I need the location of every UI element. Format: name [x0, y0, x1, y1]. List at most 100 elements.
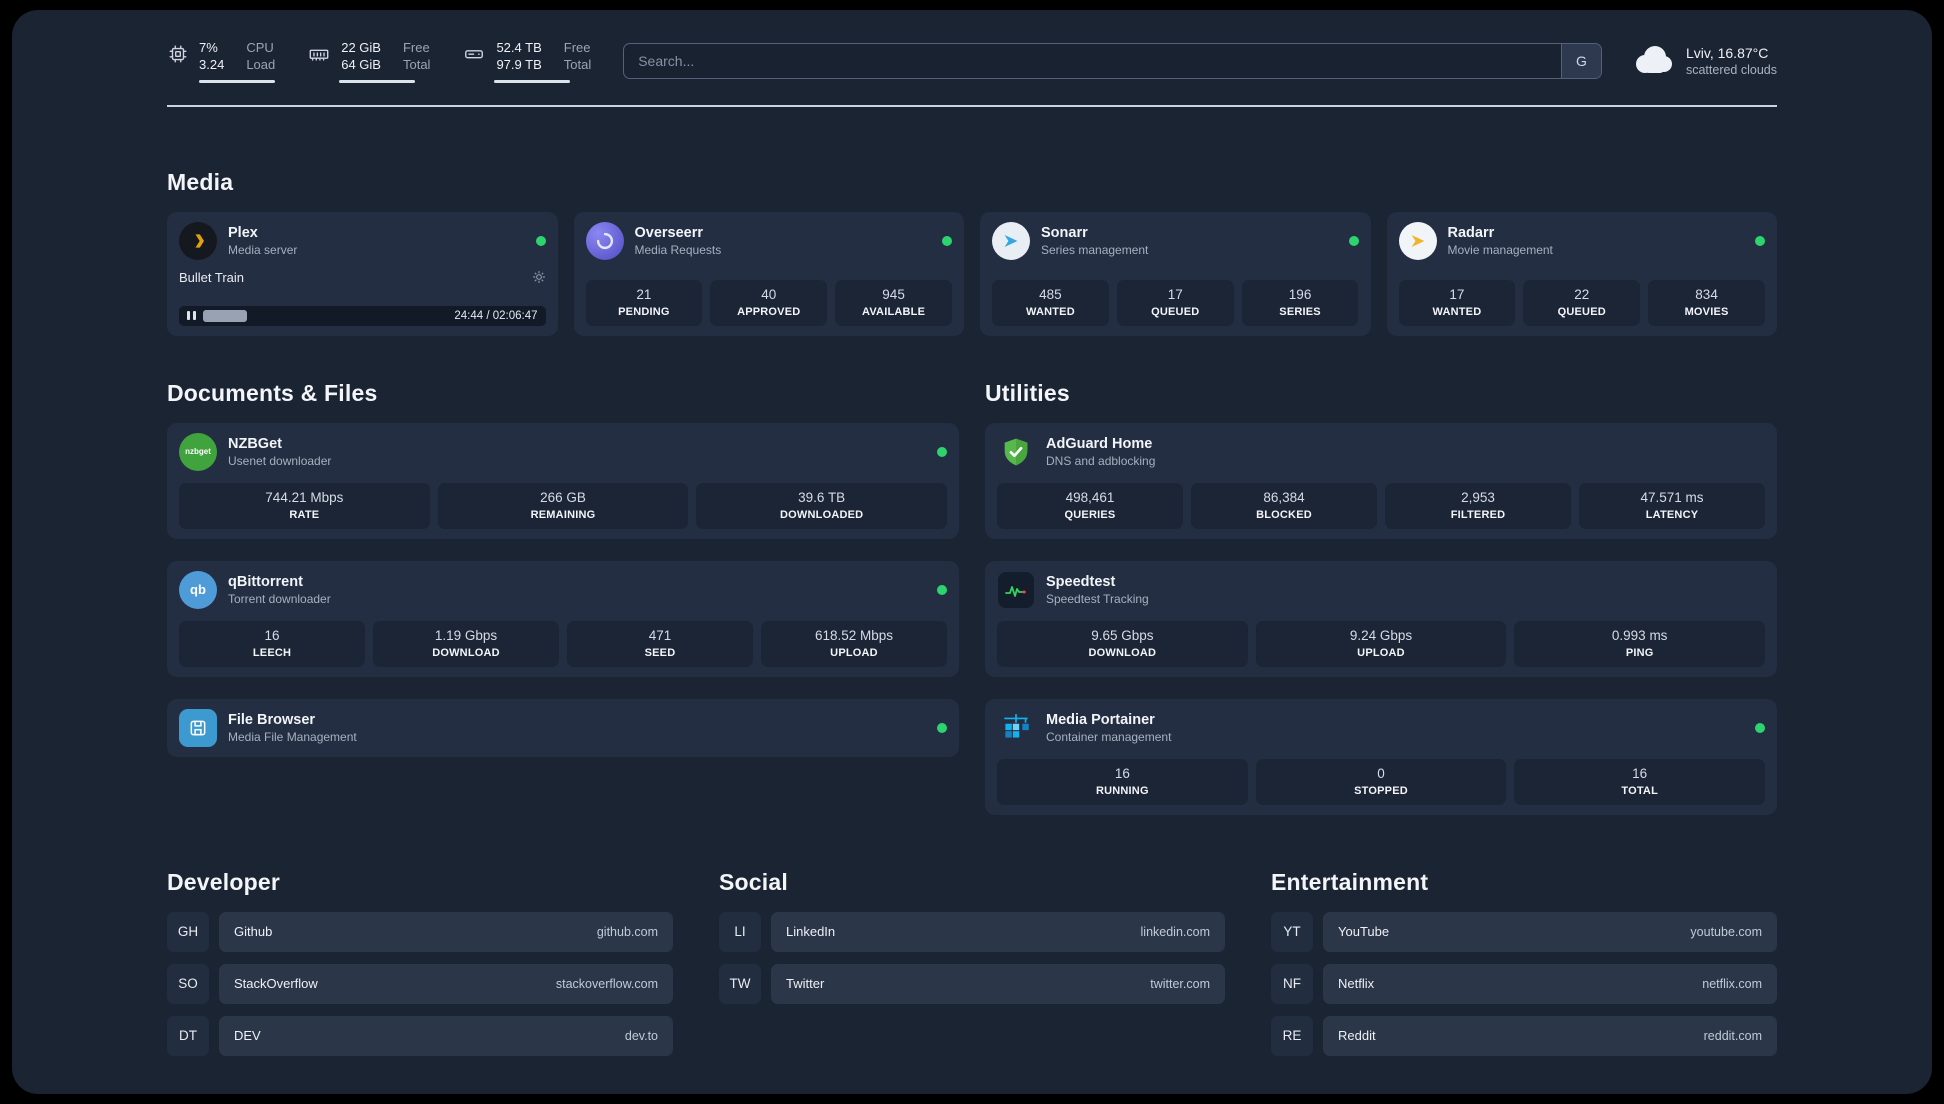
service-subtitle: Media Requests	[634, 242, 722, 257]
filebrowser-card[interactable]: File Browser Media File Management	[167, 698, 959, 757]
stat-value: 1.19 Gbps	[434, 627, 498, 643]
radarr-card[interactable]: Radarr Movie management 17 WANTED 22 QUE…	[1386, 211, 1777, 336]
section-heading-developer: Developer	[167, 868, 281, 895]
stat-tile: 9.24 Gbps UPLOAD	[1255, 620, 1507, 667]
stat-value: 21	[636, 286, 652, 302]
service-subtitle: Series management	[1041, 242, 1149, 257]
stats-row: 485 WANTED 17 QUEUED 196 SERIES	[992, 279, 1359, 326]
developer-links-column: Developer GH Github github.com SO StackO…	[167, 869, 673, 1068]
github-link[interactable]: Github github.com	[219, 911, 673, 952]
service-subtitle: Container management	[1046, 729, 1172, 744]
qbittorrent-icon: qb	[179, 570, 217, 609]
stat-value: 86,384	[1263, 489, 1305, 505]
weather-widget[interactable]: Lviv, 16.87°C scattered clouds	[1632, 44, 1777, 79]
stat-label: DOWNLOAD	[432, 646, 500, 659]
documents-column: Documents & Files nzbget NZBGet Usenet d…	[167, 380, 959, 815]
stat-value: 9.24 Gbps	[1349, 627, 1413, 643]
pause-icon[interactable]	[187, 311, 196, 321]
stat-label: QUEUED	[1151, 305, 1200, 318]
link-row-youtube: YT YouTube youtube.com	[1271, 911, 1777, 952]
plex-icon	[179, 221, 217, 260]
link-name: DEV	[234, 1028, 261, 1044]
service-subtitle: Usenet downloader	[228, 453, 332, 468]
gear-icon[interactable]	[532, 270, 546, 284]
status-dot	[1755, 722, 1765, 733]
dev-abbr-badge: DT	[167, 1015, 209, 1056]
search-input[interactable]	[624, 44, 1561, 79]
plex-card[interactable]: Plex Media server Bullet Train 24:44 / 0…	[167, 211, 558, 336]
disk-icon	[462, 43, 486, 65]
stats-row: 498,461 QUERIES 86,384 BLOCKED 2,953 FIL…	[997, 482, 1765, 529]
service-name: qBittorrent	[228, 573, 303, 590]
stat-tile: 2,953 FILTERED	[1385, 482, 1571, 529]
nzbget-card[interactable]: nzbget NZBGet Usenet downloader 744.21 M…	[167, 422, 959, 539]
portainer-card[interactable]: Media Portainer Container management 16 …	[985, 698, 1777, 815]
stat-tile: 196 SERIES	[1241, 279, 1359, 326]
stat-tile: 498,461 QUERIES	[997, 482, 1183, 529]
link-row-linkedin: LI LinkedIn linkedin.com	[719, 911, 1225, 952]
stat-label: REMAINING	[530, 508, 596, 521]
stat-label: AVAILABLE	[862, 305, 926, 318]
stat-value: 471	[648, 627, 672, 643]
stat-label: UPLOAD	[1357, 646, 1405, 659]
qbittorrent-icon-text: qb	[190, 582, 206, 598]
qbittorrent-card[interactable]: qb qBittorrent Torrent downloader 16 LEE…	[167, 560, 959, 677]
stackoverflow-link[interactable]: StackOverflow stackoverflow.com	[219, 963, 673, 1004]
stat-label: BLOCKED	[1256, 508, 1312, 521]
link-name: YouTube	[1338, 924, 1390, 940]
stat-label: WANTED	[1432, 305, 1482, 318]
service-name: File Browser	[228, 711, 316, 728]
cpu-load-value: 3.24	[199, 56, 225, 72]
stat-label: SERIES	[1279, 305, 1321, 318]
playback-progress-bar[interactable]: 24:44 / 02:06:47	[179, 305, 546, 326]
stat-value: 618.52 Mbps	[814, 627, 894, 643]
dev-link[interactable]: DEV dev.to	[219, 1015, 673, 1056]
linkedin-link[interactable]: LinkedIn linkedin.com	[771, 911, 1225, 952]
netflix-link[interactable]: Netflix netflix.com	[1323, 963, 1777, 1004]
stat-tile: 485 WANTED	[992, 279, 1109, 326]
disk-total-value: 97.9 TB	[496, 56, 542, 72]
stat-value: 16	[1632, 765, 1648, 781]
ram-free-value: 22 GiB	[341, 40, 381, 55]
section-heading-utilities: Utilities	[985, 379, 1070, 406]
utilities-column: Utilities AdGuard Home DNS and adblockin…	[985, 380, 1777, 815]
stat-label: UPLOAD	[830, 646, 878, 659]
twitter-link[interactable]: Twitter twitter.com	[771, 963, 1225, 1004]
stat-tile: 0 STOPPED	[1255, 758, 1507, 805]
youtube-link[interactable]: YouTube youtube.com	[1323, 911, 1777, 952]
stat-value: 39.6 TB	[798, 489, 846, 505]
stat-value: 16	[1114, 765, 1130, 781]
service-name: Radarr	[1447, 224, 1495, 241]
stat-tile: 0.993 ms PING	[1514, 620, 1766, 667]
stat-label: LEECH	[252, 646, 292, 659]
link-row-netflix: NF Netflix netflix.com	[1271, 963, 1777, 1004]
stat-label: PENDING	[618, 305, 670, 318]
ram-usage-bar	[339, 79, 416, 83]
stats-row: 16 RUNNING 0 STOPPED 16 TOTAL	[997, 758, 1766, 805]
adguard-icon	[997, 433, 1035, 471]
stat-value: 196	[1288, 286, 1312, 302]
stat-tile: 39.6 TB DOWNLOADED	[696, 482, 948, 529]
stat-label: RUNNING	[1095, 784, 1149, 797]
sonarr-card[interactable]: Sonarr Series management 485 WANTED 17 Q…	[980, 211, 1371, 336]
speedtest-card[interactable]: Speedtest Speedtest Tracking 9.65 Gbps D…	[985, 560, 1777, 677]
status-dot	[1755, 235, 1765, 246]
stats-row: 9.65 Gbps DOWNLOAD 9.24 Gbps UPLOAD 0.99…	[997, 620, 1766, 667]
reddit-link[interactable]: Reddit reddit.com	[1323, 1015, 1777, 1056]
service-name: Plex	[228, 224, 258, 241]
cpu-usage-bar	[199, 79, 275, 83]
stat-value: 47.571 ms	[1640, 489, 1704, 505]
link-name: LinkedIn	[786, 924, 836, 940]
search-engine-button[interactable]: G	[1560, 44, 1601, 79]
overseerr-card[interactable]: Overseerr Media Requests 21 PENDING 40 A…	[573, 211, 964, 336]
adguard-card[interactable]: AdGuard Home DNS and adblocking 498,461 …	[985, 422, 1777, 539]
netflix-abbr-badge: NF	[1271, 963, 1313, 1004]
stat-value: 16	[264, 627, 280, 643]
weather-location: Lviv, 16.87°C	[1685, 45, 1769, 62]
stat-tile: 9.65 Gbps DOWNLOAD	[997, 620, 1248, 667]
status-dot	[937, 722, 947, 733]
stat-value: 0.993 ms	[1611, 627, 1668, 643]
reddit-abbr-badge: RE	[1271, 1015, 1313, 1056]
stat-label: MOVIES	[1684, 305, 1729, 318]
link-url: stackoverflow.com	[555, 976, 658, 991]
